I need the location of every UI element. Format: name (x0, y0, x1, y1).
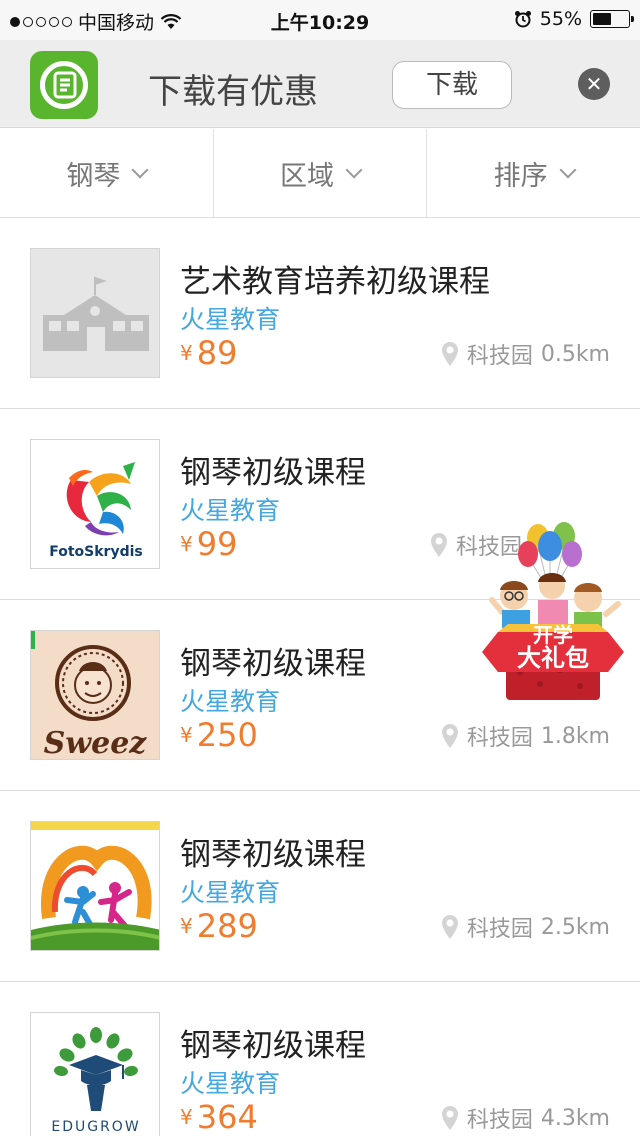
location-distance: 2.5km (540, 914, 610, 940)
kids-rainbow-logo (31, 822, 159, 950)
course-location: 科技园 2.5km (441, 911, 610, 943)
course-location: 科技园 1.8km (441, 720, 610, 752)
price-value: 364 (196, 1098, 258, 1136)
edugrow-logo: EDUGROW (31, 1013, 159, 1136)
course-price: ¥289 (180, 907, 258, 945)
filter-region-label: 区域 (280, 160, 334, 192)
course-thumbnail: FotoSkrydis (30, 439, 160, 569)
location-pin-icon (441, 342, 458, 366)
price-value: 289 (196, 907, 258, 945)
chevron-down-icon (559, 161, 577, 179)
course-title: 钢琴初级课程 (180, 646, 366, 682)
course-price: ¥250 (180, 716, 258, 754)
price-value: 89 (196, 334, 238, 372)
filter-sort[interactable]: 排序 (427, 129, 640, 217)
course-location: 科技园 0.5km (441, 338, 610, 370)
course-org[interactable]: 火星教育 (180, 491, 280, 527)
course-price: ¥89 (180, 334, 237, 372)
location-distance: 1.8km (540, 723, 610, 749)
chevron-down-icon (345, 161, 363, 179)
course-location: 科技园 4.3km (441, 1102, 610, 1134)
svg-text:大礼包: 大礼包 (517, 644, 589, 672)
course-thumbnail: Sweez (30, 630, 160, 760)
course-item[interactable]: EDUGROW 钢琴初级课程 火星教育 ¥364 科技园 4.3km (0, 982, 640, 1136)
course-title: 艺术教育培养初级课程 (180, 264, 490, 300)
course-thumbnail (30, 248, 160, 378)
gift-pack-illustration: 开学 大礼包 (482, 522, 624, 700)
location-name: 科技园 (466, 1108, 533, 1133)
location-name: 科技园 (466, 726, 533, 751)
filter-bar: 钢琴 区域 排序 (0, 129, 640, 218)
school-building-icon (31, 249, 159, 377)
location-pin-icon (441, 1106, 458, 1130)
filter-category-label: 钢琴 (66, 160, 121, 192)
course-price: ¥364 (180, 1098, 258, 1136)
location-distance: 0.5km (540, 341, 610, 367)
course-thumbnail: EDUGROW (30, 1012, 160, 1136)
price-value: 99 (196, 525, 238, 563)
download-banner: 下载有优惠 下载 ✕ (0, 40, 640, 128)
price-value: 250 (196, 716, 258, 754)
location-pin-icon (430, 533, 447, 557)
location-pin-icon (441, 915, 458, 939)
course-price: ¥99 (180, 525, 237, 563)
chevron-down-icon (131, 161, 149, 179)
filter-category[interactable]: 钢琴 (0, 129, 214, 217)
location-pin-icon (441, 724, 458, 748)
course-title: 钢琴初级课程 (180, 455, 366, 491)
currency-symbol: ¥ (180, 1105, 193, 1129)
currency-symbol: ¥ (180, 532, 193, 556)
location-name: 科技园 (466, 344, 533, 369)
location-distance: 4.3km (540, 1105, 610, 1131)
fotoskrydis-logo: FotoSkrydis (31, 440, 159, 568)
banner-title: 下载有优惠 (148, 72, 318, 112)
close-icon: ✕ (585, 72, 603, 96)
download-button[interactable]: 下载 (392, 61, 512, 109)
course-org[interactable]: 火星教育 (180, 1064, 280, 1100)
course-item[interactable]: 钢琴初级课程 火星教育 ¥289 科技园 2.5km (0, 791, 640, 982)
course-org[interactable]: 火星教育 (180, 873, 280, 909)
svg-text:FotoSkrydis: FotoSkrydis (49, 544, 143, 560)
course-org[interactable]: 火星教育 (180, 300, 280, 336)
course-item[interactable]: 艺术教育培养初级课程 火星教育 ¥89 科技园 0.5km (0, 218, 640, 409)
location-name: 科技园 (466, 917, 533, 942)
sweez-logo: Sweez (31, 631, 159, 760)
alarm-icon (514, 11, 531, 28)
battery-icon (590, 10, 634, 28)
filter-region[interactable]: 区域 (214, 129, 428, 217)
status-bar: 中国移动 上午10:29 55% (0, 0, 640, 40)
currency-symbol: ¥ (180, 723, 193, 747)
svg-text:EDUGROW: EDUGROW (51, 1119, 140, 1135)
course-title: 钢琴初级课程 (180, 1028, 366, 1064)
filter-sort-label: 排序 (493, 160, 548, 192)
svg-text:Sweez: Sweez (44, 726, 148, 760)
course-title: 钢琴初级课程 (180, 837, 366, 873)
course-org[interactable]: 火星教育 (180, 682, 280, 718)
app-logo-icon[interactable] (30, 51, 98, 119)
currency-symbol: ¥ (180, 341, 193, 365)
close-banner-button[interactable]: ✕ (578, 68, 610, 100)
battery-percent: 55% (539, 8, 582, 30)
course-thumbnail (30, 821, 160, 951)
promo-gift-pack[interactable]: 开学 大礼包 (478, 516, 628, 706)
currency-symbol: ¥ (180, 914, 193, 938)
